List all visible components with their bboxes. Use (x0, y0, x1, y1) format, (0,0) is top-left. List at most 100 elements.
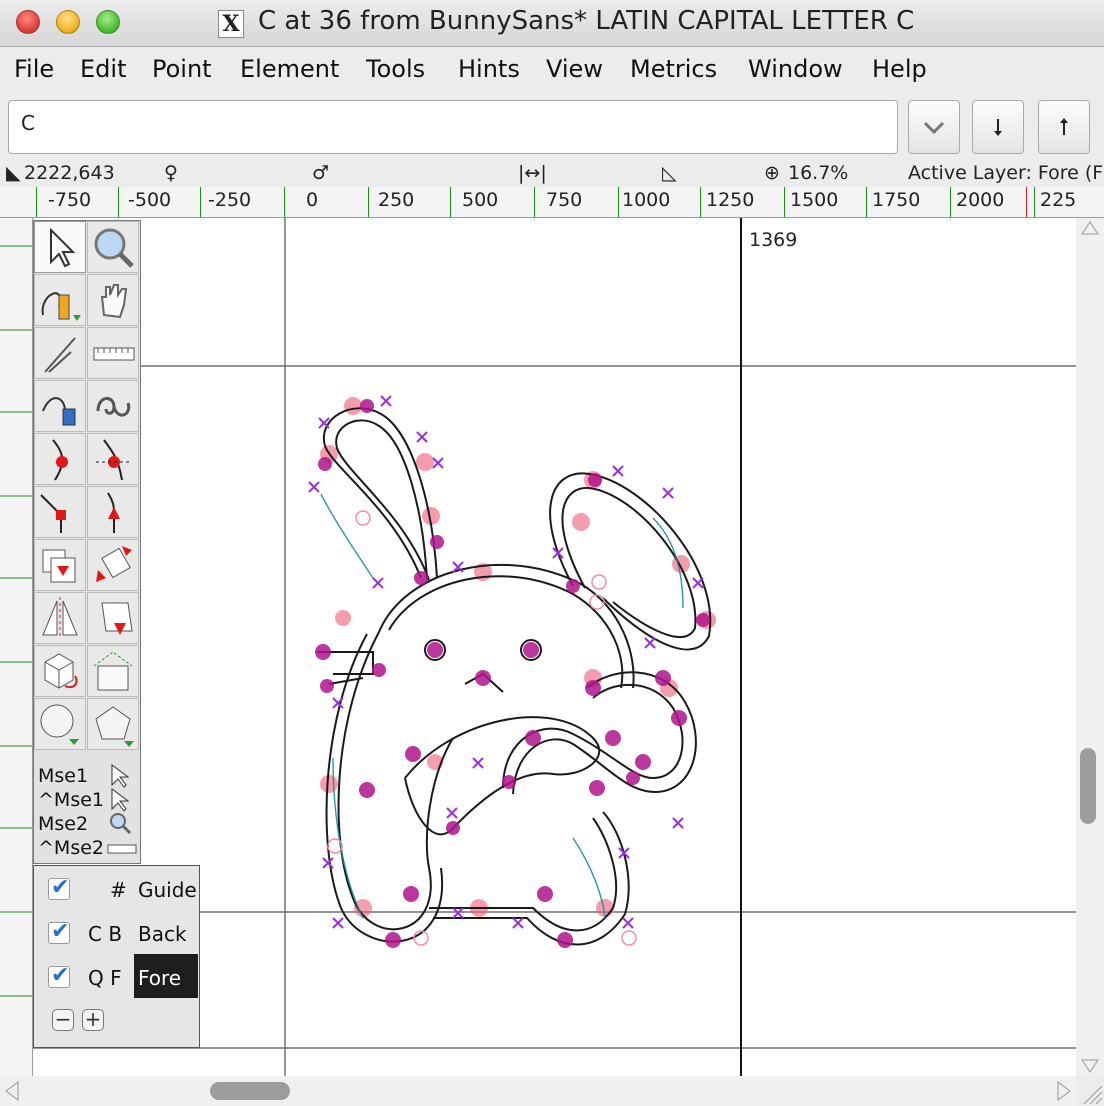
menu-view[interactable]: View (546, 55, 603, 83)
hvcurve-tool[interactable] (34, 380, 86, 432)
scroll-right-arrow-icon[interactable] (1054, 1076, 1074, 1106)
ellipse-tool[interactable] (34, 698, 86, 750)
ruler-label: 0 (306, 189, 319, 211)
rotate-tool[interactable] (87, 539, 139, 591)
pencil-icon (41, 292, 81, 321)
hv-curve-point-tool[interactable] (87, 433, 139, 485)
mouse2-label: Mse2 (38, 813, 89, 835)
layers-panel: # Guide C B Back Q F Fore − + (33, 865, 200, 1048)
remove-layer-button[interactable]: − (52, 1009, 74, 1031)
glyph-name-input[interactable]: C (8, 100, 898, 154)
guide-layer-visible-checkbox[interactable] (48, 875, 70, 900)
ctrl-mouse2-label: ^Mse2 (38, 837, 104, 859)
flip-icon (42, 597, 78, 639)
zoom-level: 16.7% (788, 162, 849, 184)
cursor-arrow-icon: ◣ (6, 162, 21, 184)
guide-layer-keys: # (110, 878, 127, 902)
menu-edit[interactable]: Edit (80, 55, 126, 83)
scroll-hand-tool[interactable] (87, 274, 139, 326)
minimize-window-button[interactable] (56, 10, 80, 34)
resize-grip-icon[interactable] (1076, 1076, 1104, 1106)
point-icon: ♀ (164, 162, 178, 184)
scale-icon (42, 549, 76, 583)
fore-layer-name[interactable]: Fore (138, 966, 181, 990)
title-bar: X C at 36 from BunnySans* LATIN CAPITAL … (0, 0, 1104, 47)
freehand-tool[interactable] (34, 274, 86, 326)
ruler-label: 225 (1040, 189, 1077, 211)
menu-metrics[interactable]: Metrics (630, 55, 717, 83)
menu-bar: File Edit Point Element Tools Hints View… (0, 47, 1104, 93)
next-glyph-button[interactable] (1038, 100, 1090, 154)
menu-point[interactable]: Point (152, 55, 212, 83)
previous-glyph-button[interactable] (972, 100, 1024, 154)
window-title: C at 36 from BunnySans* LATIN CAPITAL LE… (258, 6, 915, 36)
back-layer-keys: C B (88, 922, 123, 946)
menu-file[interactable]: File (14, 55, 54, 83)
ctrl-mouse1-label: ^Mse1 (38, 789, 104, 811)
vertical-ruler (0, 218, 33, 1078)
rotate-icon (96, 546, 132, 582)
cube-rotate-icon (44, 653, 78, 689)
menu-help[interactable]: Help (872, 55, 927, 83)
ruler-label: -500 (128, 189, 172, 211)
tool-palette: Mse1 ^Mse1 Mse2 ^Mse2 (33, 220, 141, 864)
maximize-window-button[interactable] (96, 10, 120, 34)
guide-layer-name[interactable]: Guide (138, 878, 197, 902)
delta-icon: ♂ (312, 162, 330, 184)
perspective-icon (93, 651, 133, 691)
ruler-label: 1500 (790, 189, 839, 211)
hand-icon (100, 284, 128, 319)
corner-point-tool[interactable] (34, 486, 86, 538)
control-point-markers (308, 395, 704, 929)
perspective-tool[interactable] (87, 645, 139, 697)
menu-tools[interactable]: Tools (366, 55, 425, 83)
back-layer-name[interactable]: Back (138, 922, 187, 946)
menu-window[interactable]: Window (748, 55, 843, 83)
scroll-up-arrow-icon[interactable] (1076, 218, 1104, 238)
arrow-down-icon (994, 119, 1002, 136)
tangent-point-tool[interactable] (87, 486, 139, 538)
ruler-tool[interactable] (87, 327, 139, 379)
horizontal-scrollbar[interactable] (0, 1076, 1076, 1106)
back-layer-visible-checkbox[interactable] (48, 919, 70, 944)
ruler-label: 1000 (622, 189, 671, 211)
pen-bottle-icon (42, 397, 76, 426)
close-window-button[interactable] (16, 10, 40, 34)
cursor-coordinates: 2222,643 (24, 162, 115, 184)
scroll-down-arrow-icon[interactable] (1076, 1056, 1104, 1076)
polygon-tool[interactable] (87, 698, 139, 750)
vertical-scrollbar[interactable] (1076, 218, 1104, 1076)
knife-tool[interactable] (34, 327, 86, 379)
ruler-label: -250 (208, 189, 252, 211)
dropdown-button[interactable] (908, 100, 960, 154)
spiro-tool[interactable] (87, 380, 139, 432)
magnify-tool[interactable] (87, 221, 139, 273)
ruler-label: 1750 (872, 189, 921, 211)
x11-app-icon: X (218, 10, 244, 38)
ruler-label: 2000 (956, 189, 1005, 211)
horizontal-ruler: -750 -500 -250 0 250 500 750 1000 1250 1… (0, 187, 1104, 218)
vertical-scroll-thumb[interactable] (1080, 748, 1096, 824)
corner-point-icon (40, 494, 66, 533)
menu-element[interactable]: Element (240, 55, 339, 83)
add-layer-button[interactable]: + (82, 1009, 104, 1031)
chevron-down-icon (923, 121, 945, 135)
menu-hints[interactable]: Hints (458, 55, 520, 83)
tangent-point-icon (107, 492, 120, 533)
status-bar: ◣ 2222,643 ♀ ♂ |↔| ◺ ⊕ 16.7% Active Laye… (0, 160, 1104, 186)
skew-tool[interactable] (87, 592, 139, 644)
flip-tool[interactable] (34, 592, 86, 644)
knife-icon (44, 337, 76, 373)
scroll-left-arrow-icon[interactable] (2, 1076, 22, 1106)
skew-icon (101, 602, 133, 635)
fore-layer-visible-checkbox[interactable] (48, 963, 70, 988)
ruler-label: -750 (48, 189, 92, 211)
active-layer-status: Active Layer: Fore (F (908, 162, 1104, 184)
pointer-tool[interactable] (34, 221, 86, 273)
curve-point-tool[interactable] (34, 433, 86, 485)
scale-tool[interactable] (34, 539, 86, 591)
advance-width-label: 1369 (749, 229, 797, 251)
horizontal-scroll-thumb[interactable] (210, 1082, 290, 1100)
3d-rotate-tool[interactable] (34, 645, 86, 697)
mouse-binding-icons (107, 764, 137, 854)
